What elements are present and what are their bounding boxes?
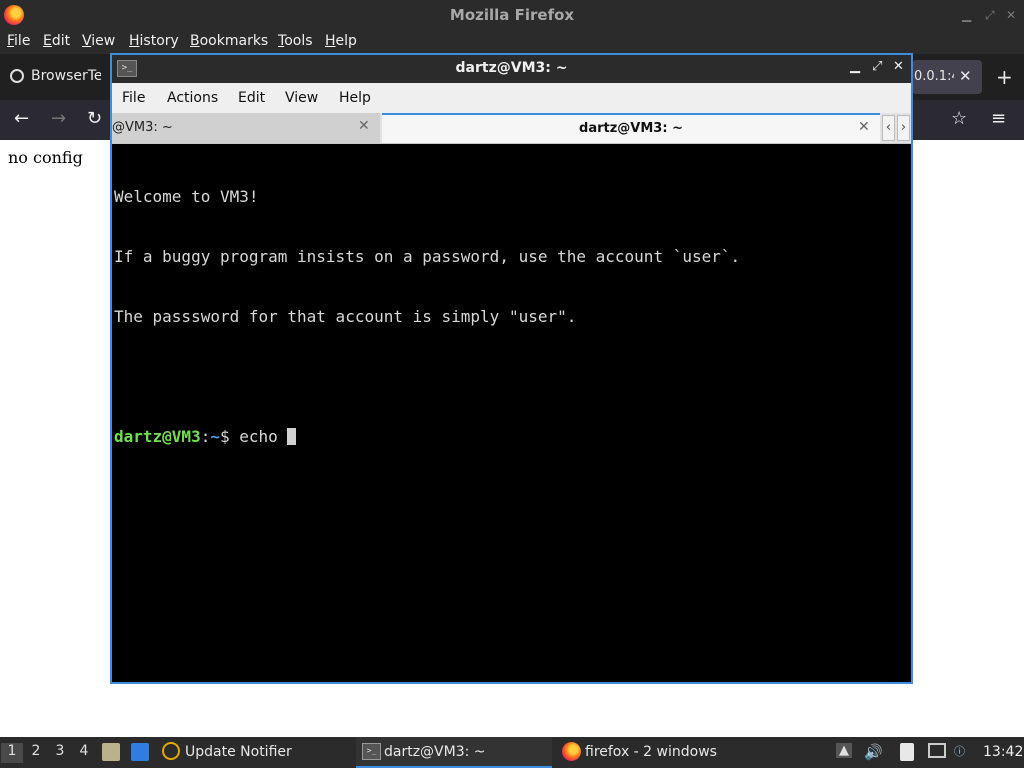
- terminal-icon: >_: [362, 743, 381, 760]
- menu-view[interactable]: View: [285, 90, 318, 106]
- terminal-prompt-line[interactable]: dartz@VM3:~$ echo: [114, 427, 909, 447]
- prompt-path: ~: [210, 427, 220, 446]
- close-tab-icon[interactable]: ✕: [959, 67, 972, 85]
- task-label: firefox - 2 windows: [585, 744, 717, 760]
- close-icon[interactable]: ✕: [1006, 8, 1016, 22]
- firefox-icon: [562, 742, 581, 761]
- file-manager-icon[interactable]: [102, 743, 120, 761]
- update-notifier-icon: [162, 742, 180, 760]
- menu-file[interactable]: File: [122, 90, 145, 106]
- terminal-titlebar[interactable]: >_ dartz@VM3: ~ ▁ ⤢ ✕: [112, 55, 911, 83]
- prompt-symbol: $: [219, 427, 240, 446]
- firefox-menubar: File Edit View History Bookmarks Tools H…: [0, 30, 1024, 54]
- firefox-tab-active[interactable]: 0.0.1:4 ✕: [912, 60, 982, 94]
- volume-icon[interactable]: 🔊: [864, 743, 883, 761]
- menu-view[interactable]: View: [82, 33, 115, 49]
- maximize-icon[interactable]: ⤢: [872, 59, 882, 74]
- globe-icon: [10, 69, 24, 83]
- tab-label: dartz@VM3: ~: [579, 121, 683, 136]
- upload-arrow-icon[interactable]: ▲: [836, 743, 852, 758]
- menu-file[interactable]: File: [7, 33, 30, 49]
- workspace-4-button[interactable]: 4: [73, 743, 95, 763]
- close-tab-icon[interactable]: ✕: [858, 119, 870, 135]
- scroll-tabs-left-icon[interactable]: ‹: [882, 115, 895, 141]
- terminal-tab-active[interactable]: dartz@VM3: ~ ✕: [382, 113, 880, 143]
- task-label: Update Notifier: [185, 744, 292, 760]
- menu-tools[interactable]: Tools: [278, 33, 313, 49]
- terminal-window: >_ dartz@VM3: ~ ▁ ⤢ ✕ File Actions Edit …: [110, 53, 913, 684]
- taskbar: 1 2 3 4 Update Notifier >_ dartz@VM3: ~ …: [0, 737, 1024, 768]
- firefox-window-title: Mozilla Firefox: [449, 6, 575, 24]
- bookmark-star-icon[interactable]: ☆: [951, 108, 967, 129]
- maximize-icon[interactable]: ⤢: [985, 8, 995, 23]
- task-terminal[interactable]: >_ dartz@VM3: ~: [356, 737, 552, 768]
- menu-help[interactable]: Help: [325, 33, 357, 49]
- terminal-tab-bar: @VM3: ~ ✕ dartz@VM3: ~ ✕ ‹ ›: [112, 113, 911, 144]
- menu-edit[interactable]: Edit: [43, 33, 70, 49]
- close-tab-icon[interactable]: ✕: [358, 118, 370, 134]
- menu-edit[interactable]: Edit: [238, 90, 265, 106]
- terminal-menubar: File Actions Edit View Help: [112, 83, 911, 113]
- clock[interactable]: 13:42: [983, 744, 1023, 760]
- workspace-3-button[interactable]: 3: [49, 743, 71, 763]
- text-cursor: [287, 428, 297, 445]
- terminal-line: The passsword for that account is simply…: [114, 307, 577, 326]
- reload-icon[interactable]: ↻: [87, 108, 102, 129]
- hamburger-menu-icon[interactable]: ≡: [991, 108, 1006, 129]
- new-tab-plus-icon[interactable]: +: [996, 65, 1013, 89]
- prompt-user-host: dartz@VM3: [114, 427, 201, 446]
- prompt-colon: :: [200, 427, 211, 446]
- menu-actions[interactable]: Actions: [167, 90, 218, 106]
- task-firefox[interactable]: firefox - 2 windows: [560, 737, 760, 768]
- task-label: dartz@VM3: ~: [384, 744, 486, 760]
- tab-label: @VM3: ~: [112, 120, 173, 135]
- menu-bookmarks[interactable]: Bookmarks: [190, 33, 268, 49]
- forward-arrow-icon[interactable]: →: [51, 108, 66, 129]
- menu-help[interactable]: Help: [339, 90, 371, 106]
- network-icon[interactable]: [928, 743, 946, 758]
- terminal-line: If a buggy program insists on a password…: [114, 247, 741, 266]
- firefox-tab[interactable]: BrowserTe: [0, 54, 110, 100]
- prompt-command: echo: [239, 427, 288, 446]
- workspace-1-button[interactable]: 1: [1, 743, 23, 763]
- minimize-icon[interactable]: ▁: [962, 8, 971, 22]
- scroll-tabs-right-icon[interactable]: ›: [897, 115, 910, 141]
- page-content-text: no config: [8, 148, 83, 167]
- terminal-line: Welcome to VM3!: [114, 187, 259, 206]
- desktop-icon[interactable]: [131, 743, 149, 761]
- close-icon[interactable]: ✕: [893, 59, 904, 74]
- tab-label: 0.0.1:4: [914, 69, 954, 84]
- terminal-window-title: dartz@VM3: ~: [455, 60, 568, 76]
- terminal-output[interactable]: Welcome to VM3! If a buggy program insis…: [114, 147, 909, 680]
- back-arrow-icon[interactable]: ←: [14, 108, 29, 129]
- minimize-icon[interactable]: ▁: [850, 59, 860, 74]
- terminal-tab[interactable]: @VM3: ~ ✕: [112, 113, 380, 143]
- clipboard-icon[interactable]: [900, 743, 914, 761]
- workspace-2-button[interactable]: 2: [25, 743, 47, 763]
- notification-icon[interactable]: ⓘ: [954, 743, 965, 759]
- task-update-notifier[interactable]: Update Notifier: [160, 737, 350, 768]
- firefox-titlebar[interactable]: Mozilla Firefox ▁ ⤢ ✕: [0, 0, 1024, 30]
- tab-label: BrowserTe: [31, 68, 101, 84]
- menu-history[interactable]: History: [129, 33, 179, 49]
